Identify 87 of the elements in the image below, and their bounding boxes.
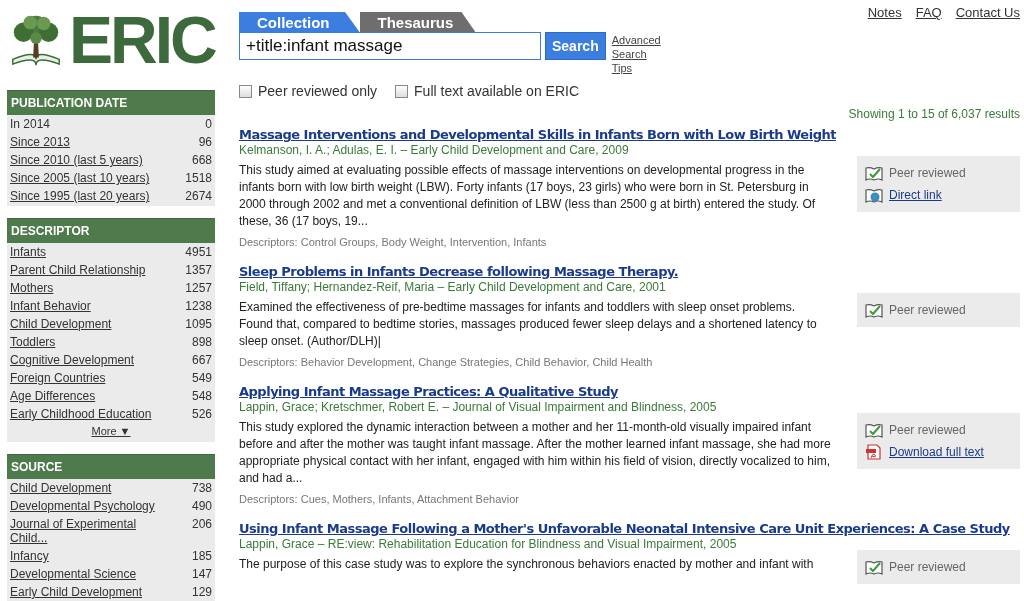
facet-count: 96 [198, 135, 212, 149]
result-source: Kelmanson, I. A.; Adulas, E. I. – Early Child Development and Care, 2009 [239, 143, 630, 157]
facet-link[interactable]: Journal of Experimental Child... [10, 517, 160, 545]
facet-count: 4951 [185, 245, 212, 259]
top-link[interactable]: FAQ [915, 5, 942, 99]
facet-link[interactable]: Parent Child Relationship [10, 263, 146, 277]
facet-link[interactable]: Infancy [10, 549, 49, 563]
result-title-link[interactable]: Sleep Problems in Infants Decrease following Massage Therapy. [239, 264, 1020, 279]
result-source: Lappin, Grace; Kretschmer, Robert E. – Journal of Visual Impairment and Blindness, 2005 [239, 400, 718, 414]
facet-link[interactable]: Developmental Science [10, 567, 137, 581]
result-abstract: The purpose of this case study was to explore the synchronous behaviors enacted by mother and infant with [239, 556, 815, 573]
checkbox-label: Full text available on ERIC [414, 83, 580, 99]
more-link[interactable]: More ▼ [91, 425, 131, 437]
result-descriptors: Descriptors: Control Groups, Body Weight, Intervention, Infants [239, 236, 548, 248]
result-source: Field, Tiffany; Hernandez-Reif, Maria – Early Child Development and Care, 2001 [239, 280, 667, 294]
facet-heading: DESCRIPTOR [7, 218, 215, 243]
peer-reviewed-label: Peer reviewed [889, 166, 966, 180]
result-abstract: This study aimed at evaluating possible effects of massage interventions on developmental progress in the infants born with low birth weight (LBW). Forty infants (17 boys, 23 girls) who were born in St. Petersburg in 2000 through 2002 and met a conventional definition of LBW (less than 2500 g at birth) entered the study. Of these, 36 (17 boys, 19... [239, 162, 817, 230]
facet-count: 185 [191, 549, 212, 563]
book-check-icon [865, 165, 883, 181]
facet-count: 526 [191, 407, 212, 421]
result-title-link[interactable]: Applying Infant Massage Practices: A Qualitative Study [239, 384, 1020, 399]
facet-count: 898 [191, 335, 212, 349]
facet-count: 490 [191, 499, 212, 513]
facet-count: 129 [191, 585, 212, 599]
book-check-icon [865, 302, 883, 318]
search-tab[interactable]: Collection [239, 12, 360, 32]
facet-count: 1518 [185, 171, 212, 185]
facet-count: 0 [205, 117, 212, 131]
facet-link[interactable]: Foreign Countries [10, 371, 106, 385]
facet-count: 147 [191, 567, 212, 581]
result-title-link[interactable]: Massage Interventions and Developmental Skills in Infants Born with Low Birth Weight [239, 127, 1020, 142]
result-abstract: This study explored the dynamic interaction between a mother and her 11-month-old visually impaired infant before and after the mother was taught infant massage. After the mother learned infant massage, she had more appropriate physical contact with her infant, engaged with him within his field of vision, directly vocalized to him, and had a... [239, 419, 831, 487]
logo-text[interactable]: ERIC [69, 7, 215, 73]
facet-link[interactable]: Early Childhood Education [10, 407, 152, 421]
facet-link[interactable]: Since 2013 [10, 135, 71, 149]
facet-count: 548 [191, 389, 212, 403]
facet-count: 1257 [185, 281, 212, 295]
facet-link[interactable]: Age Differences [10, 389, 96, 403]
result-descriptors: Descriptors: Cues, Mothers, Infants, Attachment Behavior [239, 493, 520, 505]
peer-reviewed-label: Peer reviewed [889, 560, 966, 574]
results-count: Showing 1 to 15 of 6,037 results [847, 107, 1020, 121]
search-tab[interactable]: Thesaurus [359, 12, 476, 32]
checkbox[interactable] [395, 84, 409, 98]
facet-link[interactable]: Infant Behavior [10, 299, 91, 313]
book-globe-icon [865, 187, 883, 203]
facet-link[interactable]: Since 2010 (last 5 years) [10, 153, 143, 167]
facet-heading: SOURCE [7, 454, 215, 479]
facet-count: 738 [191, 481, 212, 495]
facet-count: 206 [191, 517, 212, 531]
facet-link[interactable]: Mothers [10, 281, 54, 295]
facet-link[interactable]: Developmental Psychology [10, 499, 155, 513]
facet-link[interactable]: Child Development [10, 481, 112, 495]
book-check-icon [865, 422, 883, 438]
checkbox-label: Peer reviewed only [258, 83, 378, 99]
pdf-icon [865, 444, 883, 460]
facet-count: 1238 [185, 299, 212, 313]
result-abstract: Examined the effectiveness of pre-bedtime massages for infants and toddlers with sleep onset problems. Found that, compared to bedtime stories, massages produced fewer sleep delays and a shortened latency to sleep onset. (Author/DLH)| [239, 299, 818, 350]
peer-reviewed-label: Peer reviewed [889, 423, 966, 437]
book-check-icon [865, 559, 883, 575]
facet-count: 549 [191, 371, 212, 385]
facet-label: In 2014 [10, 117, 51, 131]
top-link[interactable]: Notes [867, 5, 902, 99]
search-tips-link[interactable]: Advanced Search Tips [611, 33, 664, 75]
facet-link[interactable]: Early Child Development [10, 585, 143, 599]
result-descriptors: Descriptors: Behavior Development, Change Strategies, Child Behavior, Child Health [239, 356, 654, 368]
facet-link[interactable]: Child Development [10, 317, 112, 331]
download-link[interactable]: Download full text [889, 445, 984, 459]
checkbox[interactable] [239, 84, 252, 98]
result-title-link[interactable]: Using Infant Massage Following a Mother's Unfavorable Neonatal Intensive Care Unit Experiences: A Case Study [239, 521, 1020, 536]
facet-count: 2674 [185, 189, 212, 203]
facet-count: 667 [191, 353, 212, 367]
facet-count: 668 [191, 153, 212, 167]
direct-link[interactable]: Direct link [889, 188, 942, 202]
result-source: Lappin, Grace – RE:view: Rehabilitation Education for Blindness and Visual Impairment, 2005 [239, 537, 738, 551]
facet-link[interactable]: Infants [10, 245, 47, 259]
search-field[interactable]: +title:infant massage [239, 32, 541, 60]
facet-link[interactable]: Since 1995 (last 20 years) [10, 189, 150, 203]
peer-reviewed-label: Peer reviewed [889, 303, 966, 317]
top-link[interactable]: Contact Us [955, 5, 1020, 99]
search-button[interactable]: Search [545, 32, 606, 60]
facet-link[interactable]: Toddlers [10, 335, 56, 349]
facet-link[interactable]: Cognitive Development [10, 353, 135, 367]
facet-heading: PUBLICATION DATE [7, 90, 215, 115]
facet-link[interactable]: Since 2005 (last 10 years) [10, 171, 150, 185]
facet-count: 1357 [185, 263, 212, 277]
facet-count: 1095 [185, 317, 212, 331]
